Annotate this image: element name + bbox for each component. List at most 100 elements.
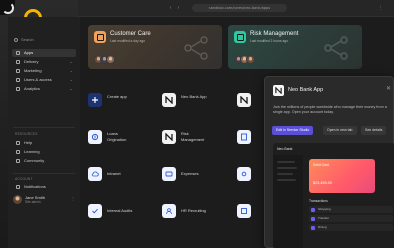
featured-card-customer-care[interactable]: Customer Care Last modified a day ago (88, 25, 222, 69)
preview-row-icon (311, 225, 315, 230)
sidebar-item-label: Community (24, 158, 45, 163)
sidebar-item-analytics[interactable]: Analytics ⌄ (12, 85, 76, 93)
users-icon (16, 78, 20, 82)
app-details-popup: Neo Bank App ✕ Join the millions of peop… (264, 76, 394, 248)
more-icon[interactable]: ⋮ (71, 196, 75, 201)
preview-sidebar-line (277, 167, 297, 169)
sidebar-item-label: Help (24, 140, 33, 145)
cloud-icon (88, 167, 102, 181)
risk-icon (162, 130, 176, 144)
preview-card-title: Debit Card (313, 163, 329, 167)
preview-sidebar-line (277, 161, 295, 163)
sidebar: Search Apps Delivery ⌄ Marketing ⌄ Users… (8, 17, 80, 248)
app-label: Expenses (181, 171, 199, 176)
loans-icon (88, 130, 102, 144)
avatar (13, 195, 22, 204)
featured-card-risk-management[interactable]: Risk Management Last modified 2 hours ag… (228, 25, 362, 69)
app-label: Internal Audits (107, 208, 133, 213)
sidebar-divider (13, 127, 75, 128)
app-label: Neo Bank App (181, 94, 207, 99)
preview-row-label: Dining (318, 225, 327, 229)
document-icon (237, 130, 251, 144)
card-subtitle: Last modified a day ago (110, 39, 146, 43)
apps-icon (16, 51, 20, 55)
sidebar-item-label: Analytics (24, 86, 41, 91)
chevron-down-icon: ⌄ (69, 59, 73, 64)
see-details-button[interactable]: See details (361, 126, 387, 135)
search-icon (14, 37, 18, 42)
search-placeholder: Search (21, 37, 34, 42)
chevron-down-icon: ⌄ (69, 86, 73, 91)
app-label: Intranet (107, 171, 121, 176)
preview-row-icon (311, 207, 315, 212)
forward-icon[interactable]: › (176, 6, 181, 11)
help-icon (16, 141, 20, 145)
popup-description: Join the millions of people worldwide wh… (273, 105, 387, 115)
sidebar-item-label: Delivery (24, 59, 39, 64)
app-label: Risk Management (181, 131, 205, 142)
bell-icon (16, 185, 20, 189)
preview-debit-card: Debit Card $25,450.00 (309, 159, 375, 193)
neo-bank-icon (237, 93, 251, 107)
app-logo (0, 0, 15, 15)
card-subtitle: Last modified 2 hours ago (250, 39, 288, 43)
expenses-icon (162, 167, 176, 181)
card-title: Customer Care (110, 31, 151, 37)
network-watermark-icon (324, 36, 348, 60)
risk-management-icon (234, 31, 246, 43)
customer-care-icon (94, 31, 106, 43)
sidebar-item-users[interactable]: Users & access ⌄ (12, 76, 76, 84)
preview-row: Dining (309, 224, 393, 231)
avatar (246, 55, 255, 64)
sidebar-item-community[interactable]: Community (12, 157, 76, 165)
sidebar-item-marketing[interactable]: Marketing ⌄ (12, 67, 76, 75)
open-in-new-tab-button[interactable]: Open in new tab (323, 126, 357, 135)
preview-row: Shopping (309, 206, 393, 213)
app-label: HR Recruiting (181, 208, 206, 213)
sidebar-item-label: Apps (24, 50, 34, 55)
sidebar-item-delivery[interactable]: Delivery ⌄ (12, 58, 76, 66)
card-title: Risk Management (250, 31, 299, 37)
close-icon[interactable]: ✕ (386, 85, 391, 92)
neo-bank-icon (273, 85, 284, 96)
sidebar-item-label: Marketing (24, 68, 42, 73)
address-bar[interactable]: sandbox.com/cores/neo-bank/apps (192, 4, 287, 12)
learning-icon (16, 150, 20, 154)
app-label: Loans Origination (107, 131, 127, 142)
chevron-down-icon: ⌄ (69, 77, 73, 82)
user-role: Site admin (25, 200, 41, 204)
sidebar-section-heading: RESOURCES (15, 132, 38, 136)
app-screen: ‹ › sandbox.com/cores/neo-bank/apps ⋮ Se… (0, 0, 394, 248)
sidebar-item-label: Learning (24, 149, 40, 154)
avatar (106, 55, 115, 64)
browser-toolbar: ‹ › sandbox.com/cores/neo-bank/apps ⋮ (78, 0, 394, 17)
back-icon[interactable]: ‹ (168, 6, 173, 11)
people-icon (162, 204, 176, 218)
network-watermark-icon (184, 36, 208, 60)
app-preview-image: Neo Bank Debit Card $25,450.00 Transacti… (273, 143, 394, 248)
sidebar-item-learning[interactable]: Learning (12, 148, 76, 156)
sidebar-item-label: Notifications (24, 184, 46, 189)
user-profile[interactable]: Jane Smith Site admin ⋮ (13, 193, 77, 207)
sidebar-divider (13, 173, 75, 174)
sidebar-item-notifications[interactable]: Notifications (12, 183, 76, 191)
preview-sidebar-line (277, 173, 293, 175)
sidebar-search[interactable]: Search (14, 37, 74, 43)
sidebar-item-label: Users & access (24, 77, 52, 82)
preview-header: Neo Bank (277, 147, 293, 151)
preview-row: Transfer (309, 215, 393, 222)
sun-icon (237, 167, 251, 181)
chevron-down-icon: ⌄ (69, 68, 73, 73)
popup-title: Neo Bank App (288, 87, 324, 93)
menu-icon[interactable]: ⋮ (378, 6, 383, 11)
grid-icon (237, 204, 251, 218)
sidebar-item-apps[interactable]: Apps (12, 49, 76, 57)
plus-icon (88, 93, 102, 107)
preview-row-icon (311, 216, 315, 221)
preview-row-label: Shopping (318, 207, 331, 211)
sidebar-account-heading: ACCOUNT (15, 177, 33, 181)
edit-in-service-studio-button[interactable]: Edit in Service Studio (272, 126, 314, 135)
sidebar-item-help[interactable]: Help (12, 139, 76, 147)
preview-card-amount: $25,450.00 (313, 181, 333, 185)
preview-row-label: Transfer (318, 216, 330, 220)
